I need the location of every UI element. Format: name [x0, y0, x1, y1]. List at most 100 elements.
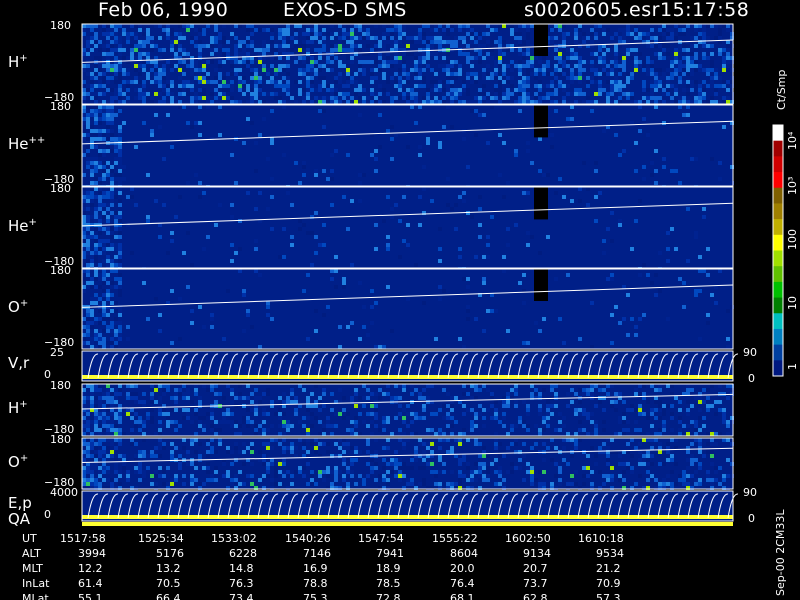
panel-cell	[350, 76, 354, 80]
panel-cell	[570, 482, 574, 486]
panel-cell	[506, 227, 510, 231]
panel-cell	[214, 400, 218, 404]
panel-data-gap	[534, 105, 548, 138]
panel-cell	[266, 80, 270, 84]
panel-cell	[222, 416, 226, 420]
panel-cell	[690, 60, 694, 64]
panel-cell	[378, 345, 382, 349]
panel-cell	[402, 384, 406, 388]
panel-cell	[454, 88, 458, 92]
panel-cell	[486, 24, 490, 28]
panel-cell	[602, 239, 606, 243]
panel-cell	[466, 438, 470, 442]
panel-cell	[398, 88, 402, 92]
panel-cell	[594, 68, 598, 72]
panel-cell	[82, 223, 86, 227]
panel-cell	[262, 44, 266, 48]
panel-cell	[586, 454, 590, 458]
panel-cell	[182, 396, 186, 400]
panel-cell	[294, 446, 298, 450]
panel-cell	[570, 68, 574, 72]
panel-cell	[710, 76, 714, 80]
panel-cell	[534, 96, 538, 100]
panel-cell	[122, 68, 126, 72]
panel-cell	[86, 113, 90, 117]
panel-cell	[366, 333, 370, 337]
panel-cell	[514, 384, 518, 388]
panel-cell	[198, 28, 202, 32]
panel-cell	[474, 32, 478, 36]
panel-cell	[150, 40, 154, 44]
panel-cell	[310, 84, 314, 88]
panel-cell	[510, 84, 514, 88]
panel-cell	[534, 396, 538, 400]
panel-cell	[642, 384, 646, 388]
panel-cell	[98, 317, 102, 321]
panel-cell	[98, 450, 102, 454]
panel-cell	[102, 195, 106, 199]
panel-cell	[654, 72, 658, 76]
panel-cell	[654, 88, 658, 92]
panel-cell	[86, 478, 90, 482]
panel-cell	[350, 80, 354, 84]
panel-cell	[86, 64, 90, 68]
panel-cell	[642, 438, 646, 442]
panel-cell	[346, 325, 350, 329]
panel-cell	[718, 466, 722, 470]
panel-cell	[142, 420, 146, 424]
panel-cell	[434, 84, 438, 88]
panel-cell	[470, 215, 474, 219]
panel-cell	[558, 100, 562, 104]
panel-cell	[122, 28, 126, 32]
panel-cell	[142, 281, 146, 285]
panel-cell	[538, 68, 542, 72]
panel-cell	[418, 145, 422, 149]
panel-cell	[482, 56, 486, 60]
panel-cell	[222, 337, 226, 341]
panel-cell	[98, 470, 102, 474]
panel-cell	[218, 105, 222, 109]
panel-cell	[358, 337, 362, 341]
panel-cell	[222, 88, 226, 92]
panel-cell	[658, 416, 662, 420]
panel-cell	[110, 64, 114, 68]
panel-cell	[438, 36, 442, 40]
panel-cell	[374, 223, 378, 227]
panel-cell	[606, 100, 610, 104]
panel-cell	[638, 129, 642, 133]
panel-cell	[502, 424, 506, 428]
panel-cell	[114, 92, 118, 96]
panel-cell	[290, 446, 294, 450]
panel-cell	[118, 420, 122, 424]
panel-cell	[114, 243, 118, 247]
panel-cell	[282, 153, 286, 157]
panel-cell	[702, 454, 706, 458]
panel-cell	[614, 60, 618, 64]
panel-cell	[362, 173, 366, 177]
panel-cell	[450, 28, 454, 32]
panel-cell	[162, 96, 166, 100]
panel-cell	[322, 313, 326, 317]
panel-cell	[118, 88, 122, 92]
panel-cell	[450, 470, 454, 474]
panel-cell	[582, 32, 586, 36]
panel-cell	[290, 392, 294, 396]
panel-cell	[682, 72, 686, 76]
panel-cell	[190, 442, 194, 446]
panel-cell	[210, 388, 214, 392]
panel-cell	[182, 48, 186, 52]
panel-o-plus-pitch	[81, 268, 734, 350]
panel-cell	[170, 80, 174, 84]
panel-cell	[178, 60, 182, 64]
panel-cell	[122, 32, 126, 36]
panel-cell	[550, 80, 554, 84]
panel-cell	[646, 438, 650, 442]
panel-cell	[386, 446, 390, 450]
panel-cell	[394, 133, 398, 137]
panel-cell	[134, 36, 138, 40]
panel-cell	[426, 44, 430, 48]
panel-cell	[394, 52, 398, 56]
panel-cell	[502, 412, 506, 416]
panel-cell	[90, 277, 94, 281]
panel-cell	[422, 396, 426, 400]
